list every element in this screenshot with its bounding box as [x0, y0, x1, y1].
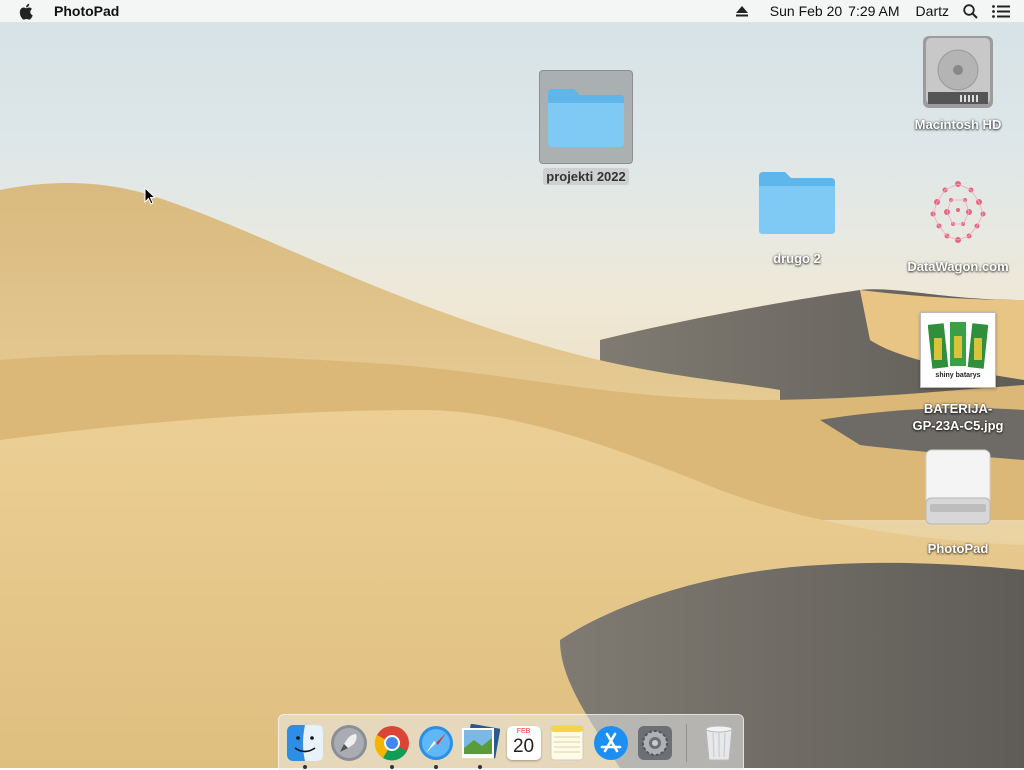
notification-center-icon[interactable] — [992, 4, 1010, 18]
desktop-icon-projekti-2022[interactable]: projekti 2022 — [539, 70, 633, 185]
desktop-icon-label: DataWagon.com — [907, 259, 1009, 274]
dock-item-preview[interactable] — [460, 723, 500, 769]
dock-separator — [686, 723, 688, 762]
desktop-icon-label: projekti 2022 — [543, 168, 629, 185]
desktop-icon-label-line2: GP-23A-C5.jpg — [912, 418, 1004, 433]
dock-item-system-preferences[interactable] — [635, 723, 675, 763]
battery-pack-icon — [928, 322, 988, 369]
desktop-icon-label: drugo 2 — [773, 251, 821, 266]
dock-item-app-store[interactable] — [591, 723, 631, 763]
dock-item-notes[interactable] — [547, 723, 587, 763]
finder-icon — [286, 724, 323, 761]
desktop-wallpaper — [0, 0, 1024, 768]
desktop-icon-photopad-drive[interactable]: PhotoPad — [905, 446, 1011, 557]
thumbnail-caption: shiny batarys — [935, 372, 981, 379]
desktop-icon-datawagon[interactable]: DataWagon.com — [905, 176, 1011, 275]
calendar-day: 20 — [512, 735, 535, 757]
dock-item-finder[interactable] — [285, 723, 325, 769]
preview-photos-icon — [461, 723, 500, 758]
folder-icon — [759, 172, 835, 234]
selection-highlight — [539, 70, 633, 164]
launchpad-rocket-icon — [330, 724, 367, 761]
gear-icon — [637, 725, 672, 760]
desktop-icon-label: PhotoPad — [927, 541, 989, 556]
desktop-icon-macintosh-hd[interactable]: Macintosh HD — [905, 32, 1011, 133]
spotlight-search-icon[interactable] — [963, 3, 978, 19]
hard-drive-icon — [923, 36, 993, 108]
dock-item-safari[interactable] — [416, 723, 456, 769]
dock-item-chrome[interactable] — [372, 723, 412, 769]
eject-icon[interactable] — [735, 5, 748, 17]
app-store-icon — [593, 725, 628, 760]
mouse-pointer-icon — [144, 187, 156, 205]
dock-item-calendar[interactable]: FEB 20 — [504, 723, 544, 763]
menu-bar: PhotoPad Sun Feb 20 7:29 AM Dartz — [0, 0, 1024, 23]
calendar-month: FEB — [516, 727, 531, 735]
trash-icon — [705, 725, 733, 760]
desktop-icon-label-line1: BATERIJA- — [923, 401, 993, 416]
dock: FEB 20 — [278, 714, 744, 770]
chrome-icon — [374, 725, 410, 760]
notes-icon — [550, 725, 584, 760]
desktop-icon-drugo-2[interactable]: drugo 2 — [750, 166, 844, 267]
desert-dunes-wallpaper — [0, 183, 1024, 768]
desktop-icon-baterija-jpg[interactable]: shiny batarys BATERIJA- GP-23A-C5.jpg — [900, 312, 1016, 434]
dock-item-launchpad[interactable] — [329, 723, 369, 763]
desktop-icon-label: Macintosh HD — [914, 117, 1002, 132]
external-drive-icon — [925, 449, 991, 525]
active-app-name[interactable]: PhotoPad — [54, 3, 119, 19]
menubar-status-area: Sun Feb 20 7:29 AM Dartz — [735, 0, 1024, 22]
menubar-user[interactable]: Dartz — [916, 3, 949, 19]
dock-item-trash[interactable] — [699, 723, 739, 763]
datawagon-image-icon — [930, 181, 986, 243]
menubar-date[interactable]: Sun Feb 20 — [770, 3, 842, 19]
safari-compass-icon — [418, 725, 453, 760]
image-thumbnail: shiny batarys — [920, 312, 996, 388]
folder-icon — [548, 89, 624, 147]
calendar-icon: FEB 20 — [506, 725, 541, 760]
apple-menu-icon[interactable] — [18, 2, 36, 20]
menubar-clock[interactable]: 7:29 AM — [848, 3, 899, 19]
